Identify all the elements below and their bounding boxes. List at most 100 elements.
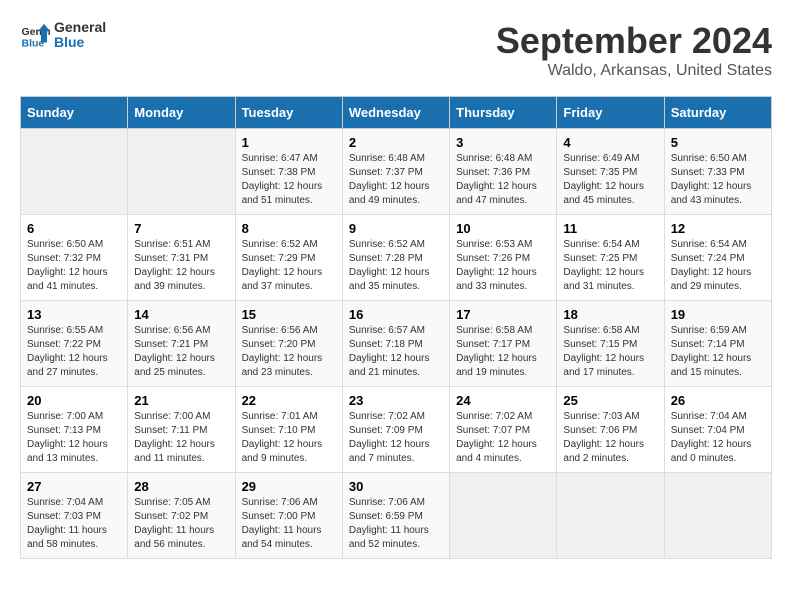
day-info: Sunrise: 7:01 AM Sunset: 7:10 PM Dayligh… [242,410,336,466]
table-cell: 29 Sunrise: 7:06 AM Sunset: 7:00 PM Dayl… [235,473,342,559]
page-container: General Blue General Blue September 2024… [20,20,772,559]
day-number: 10 [456,221,550,236]
day-number: 14 [134,307,228,322]
table-cell: 1 Sunrise: 6:47 AM Sunset: 7:38 PM Dayli… [235,129,342,215]
day-number: 12 [671,221,765,236]
day-number: 27 [27,479,121,494]
table-cell: 4 Sunrise: 6:49 AM Sunset: 7:35 PM Dayli… [557,129,664,215]
day-number: 22 [242,393,336,408]
logo: General Blue General Blue [20,20,106,51]
table-cell: 30 Sunrise: 7:06 AM Sunset: 6:59 PM Dayl… [342,473,449,559]
day-number: 25 [563,393,657,408]
calendar-row: 20 Sunrise: 7:00 AM Sunset: 7:13 PM Dayl… [21,387,772,473]
table-cell [128,129,235,215]
header-tuesday: Tuesday [235,97,342,129]
day-number: 19 [671,307,765,322]
day-info: Sunrise: 6:56 AM Sunset: 7:21 PM Dayligh… [134,324,228,380]
day-number: 11 [563,221,657,236]
day-number: 15 [242,307,336,322]
day-number: 1 [242,135,336,150]
table-cell: 22 Sunrise: 7:01 AM Sunset: 7:10 PM Dayl… [235,387,342,473]
day-number: 24 [456,393,550,408]
day-info: Sunrise: 7:06 AM Sunset: 6:59 PM Dayligh… [349,496,443,552]
day-info: Sunrise: 7:04 AM Sunset: 7:03 PM Dayligh… [27,496,121,552]
calendar-subtitle: Waldo, Arkansas, United States [496,62,772,80]
calendar-row: 13 Sunrise: 6:55 AM Sunset: 7:22 PM Dayl… [21,301,772,387]
calendar-row: 6 Sunrise: 6:50 AM Sunset: 7:32 PM Dayli… [21,215,772,301]
day-info: Sunrise: 6:51 AM Sunset: 7:31 PM Dayligh… [134,238,228,294]
table-cell: 20 Sunrise: 7:00 AM Sunset: 7:13 PM Dayl… [21,387,128,473]
calendar-title: September 2024 [496,20,772,62]
table-cell: 2 Sunrise: 6:48 AM Sunset: 7:37 PM Dayli… [342,129,449,215]
day-info: Sunrise: 6:58 AM Sunset: 7:15 PM Dayligh… [563,324,657,380]
table-cell: 7 Sunrise: 6:51 AM Sunset: 7:31 PM Dayli… [128,215,235,301]
day-info: Sunrise: 6:54 AM Sunset: 7:25 PM Dayligh… [563,238,657,294]
day-number: 6 [27,221,121,236]
day-info: Sunrise: 6:52 AM Sunset: 7:28 PM Dayligh… [349,238,443,294]
day-info: Sunrise: 6:50 AM Sunset: 7:33 PM Dayligh… [671,152,765,208]
table-cell: 27 Sunrise: 7:04 AM Sunset: 7:03 PM Dayl… [21,473,128,559]
header: General Blue General Blue September 2024… [20,20,772,80]
day-info: Sunrise: 7:00 AM Sunset: 7:13 PM Dayligh… [27,410,121,466]
day-number: 30 [349,479,443,494]
day-info: Sunrise: 7:00 AM Sunset: 7:11 PM Dayligh… [134,410,228,466]
table-cell: 11 Sunrise: 6:54 AM Sunset: 7:25 PM Dayl… [557,215,664,301]
calendar-header-row: Sunday Monday Tuesday Wednesday Thursday… [21,97,772,129]
table-cell: 3 Sunrise: 6:48 AM Sunset: 7:36 PM Dayli… [450,129,557,215]
day-number: 28 [134,479,228,494]
day-info: Sunrise: 6:53 AM Sunset: 7:26 PM Dayligh… [456,238,550,294]
table-cell: 10 Sunrise: 6:53 AM Sunset: 7:26 PM Dayl… [450,215,557,301]
day-number: 20 [27,393,121,408]
table-cell: 15 Sunrise: 6:56 AM Sunset: 7:20 PM Dayl… [235,301,342,387]
table-cell: 8 Sunrise: 6:52 AM Sunset: 7:29 PM Dayli… [235,215,342,301]
day-info: Sunrise: 6:59 AM Sunset: 7:14 PM Dayligh… [671,324,765,380]
day-number: 4 [563,135,657,150]
day-info: Sunrise: 7:03 AM Sunset: 7:06 PM Dayligh… [563,410,657,466]
header-sunday: Sunday [21,97,128,129]
table-cell: 23 Sunrise: 7:02 AM Sunset: 7:09 PM Dayl… [342,387,449,473]
day-info: Sunrise: 6:52 AM Sunset: 7:29 PM Dayligh… [242,238,336,294]
table-cell: 17 Sunrise: 6:58 AM Sunset: 7:17 PM Dayl… [450,301,557,387]
day-number: 23 [349,393,443,408]
table-cell: 21 Sunrise: 7:00 AM Sunset: 7:11 PM Dayl… [128,387,235,473]
day-number: 7 [134,221,228,236]
day-info: Sunrise: 6:50 AM Sunset: 7:32 PM Dayligh… [27,238,121,294]
calendar-table: Sunday Monday Tuesday Wednesday Thursday… [20,96,772,559]
day-info: Sunrise: 6:57 AM Sunset: 7:18 PM Dayligh… [349,324,443,380]
day-number: 18 [563,307,657,322]
table-cell: 19 Sunrise: 6:59 AM Sunset: 7:14 PM Dayl… [664,301,771,387]
day-info: Sunrise: 6:49 AM Sunset: 7:35 PM Dayligh… [563,152,657,208]
day-info: Sunrise: 7:06 AM Sunset: 7:00 PM Dayligh… [242,496,336,552]
day-number: 2 [349,135,443,150]
day-info: Sunrise: 6:58 AM Sunset: 7:17 PM Dayligh… [456,324,550,380]
table-cell: 24 Sunrise: 7:02 AM Sunset: 7:07 PM Dayl… [450,387,557,473]
table-cell: 26 Sunrise: 7:04 AM Sunset: 7:04 PM Dayl… [664,387,771,473]
table-cell [21,129,128,215]
table-cell: 16 Sunrise: 6:57 AM Sunset: 7:18 PM Dayl… [342,301,449,387]
table-cell [557,473,664,559]
day-info: Sunrise: 7:02 AM Sunset: 7:07 PM Dayligh… [456,410,550,466]
header-saturday: Saturday [664,97,771,129]
day-number: 26 [671,393,765,408]
day-number: 13 [27,307,121,322]
table-cell: 13 Sunrise: 6:55 AM Sunset: 7:22 PM Dayl… [21,301,128,387]
table-cell: 6 Sunrise: 6:50 AM Sunset: 7:32 PM Dayli… [21,215,128,301]
day-number: 5 [671,135,765,150]
table-cell: 28 Sunrise: 7:05 AM Sunset: 7:02 PM Dayl… [128,473,235,559]
table-cell: 9 Sunrise: 6:52 AM Sunset: 7:28 PM Dayli… [342,215,449,301]
day-info: Sunrise: 6:48 AM Sunset: 7:37 PM Dayligh… [349,152,443,208]
header-monday: Monday [128,97,235,129]
logo-text: General Blue [54,20,106,51]
day-number: 3 [456,135,550,150]
day-info: Sunrise: 7:04 AM Sunset: 7:04 PM Dayligh… [671,410,765,466]
table-cell: 14 Sunrise: 6:56 AM Sunset: 7:21 PM Dayl… [128,301,235,387]
day-number: 17 [456,307,550,322]
header-wednesday: Wednesday [342,97,449,129]
day-number: 21 [134,393,228,408]
calendar-row: 1 Sunrise: 6:47 AM Sunset: 7:38 PM Dayli… [21,129,772,215]
title-section: September 2024 Waldo, Arkansas, United S… [496,20,772,80]
day-info: Sunrise: 7:02 AM Sunset: 7:09 PM Dayligh… [349,410,443,466]
table-cell: 25 Sunrise: 7:03 AM Sunset: 7:06 PM Dayl… [557,387,664,473]
day-number: 8 [242,221,336,236]
day-info: Sunrise: 6:55 AM Sunset: 7:22 PM Dayligh… [27,324,121,380]
